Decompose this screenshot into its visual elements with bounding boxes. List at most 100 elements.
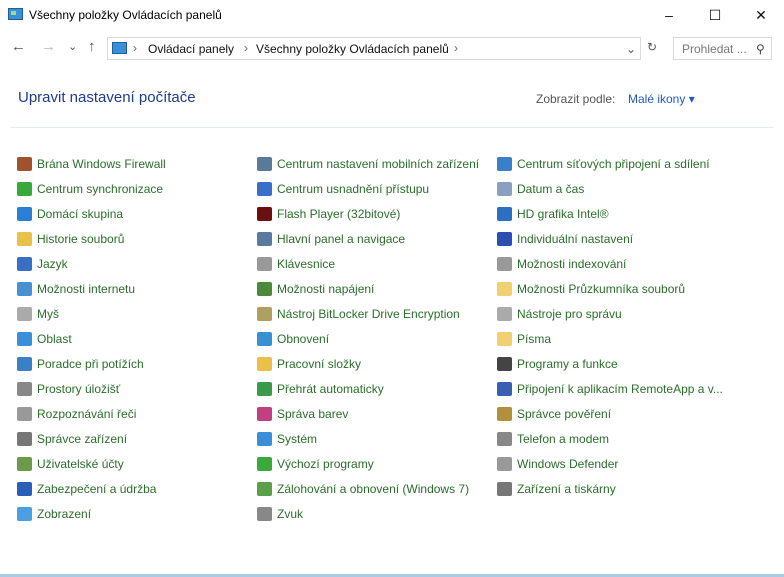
control-panel-item[interactable]: Výchozí programy xyxy=(257,455,374,473)
control-panel-item[interactable]: Centrum synchronizace xyxy=(17,180,163,198)
control-panel-item[interactable]: HD grafika Intel® xyxy=(497,205,609,223)
control-panel-item[interactable]: Centrum usnadnění přístupu xyxy=(257,180,429,198)
item-icon xyxy=(17,432,32,446)
item-label: Centrum síťových připojení a sdílení xyxy=(517,157,710,171)
item-label: Písma xyxy=(517,332,552,346)
control-panel-item[interactable]: Centrum nastavení mobilních zařízení xyxy=(257,155,479,173)
item-label: Centrum usnadnění přístupu xyxy=(277,182,430,196)
breadcrumb-separator: › xyxy=(244,41,248,55)
control-panel-item[interactable]: Správce zařízení xyxy=(17,430,127,448)
maximize-button[interactable]: ☐ xyxy=(692,0,738,30)
back-button[interactable]: ← xyxy=(11,38,26,55)
item-icon xyxy=(257,357,272,371)
control-panel-item[interactable]: Telefon a modem xyxy=(497,430,609,448)
address-bar[interactable]: › Ovládací panely › Všechny položky Ovlá… xyxy=(107,37,641,60)
up-button[interactable]: ↑ xyxy=(88,38,96,55)
item-label: Brána Windows Firewall xyxy=(37,157,166,171)
control-panel-item[interactable]: Zvuk xyxy=(257,505,303,523)
item-icon xyxy=(257,332,272,346)
breadcrumb-all-items[interactable]: Všechny položky Ovládacích panelů xyxy=(256,42,449,56)
control-panel-item[interactable]: Systém xyxy=(257,430,317,448)
control-panel-item[interactable]: Nástroje pro správu xyxy=(497,305,622,323)
control-panel-item[interactable]: Poradce při potížích xyxy=(17,355,144,373)
control-panel-item[interactable]: Brána Windows Firewall xyxy=(17,155,166,173)
item-label: Přehrát automaticky xyxy=(277,382,384,396)
item-icon xyxy=(257,457,272,471)
item-icon xyxy=(257,482,272,496)
control-panel-item[interactable]: Flash Player (32bitové) xyxy=(257,205,400,223)
item-icon xyxy=(497,157,512,171)
search-input[interactable]: Prohledat ... ⚲ xyxy=(673,37,772,60)
item-label: Klávesnice xyxy=(277,257,336,271)
control-panel-item[interactable]: Obnovení xyxy=(257,330,329,348)
breadcrumb-control-panel[interactable]: Ovládací panely xyxy=(148,42,234,56)
item-icon xyxy=(497,307,512,321)
search-placeholder: Prohledat ... xyxy=(682,42,747,56)
item-icon xyxy=(497,482,512,496)
item-icon xyxy=(257,182,272,196)
control-panel-item[interactable]: Možnosti napájení xyxy=(257,280,374,298)
item-icon xyxy=(17,457,32,471)
item-label: Správce pověření xyxy=(517,407,612,421)
minimize-button[interactable]: – xyxy=(646,0,692,30)
item-icon xyxy=(17,357,32,371)
item-label: Nástroj BitLocker Drive Encryption xyxy=(277,307,460,321)
item-icon xyxy=(257,432,272,446)
item-label: Obnovení xyxy=(277,332,330,346)
item-icon xyxy=(17,182,32,196)
control-panel-item[interactable]: Připojení k aplikacím RemoteApp a v... xyxy=(497,380,723,398)
control-panel-item[interactable]: Správce pověření xyxy=(497,405,611,423)
control-panel-item[interactable]: Prostory úložišť xyxy=(17,380,120,398)
control-panel-item[interactable]: Možnosti Průzkumníka souborů xyxy=(497,280,685,298)
control-panel-item[interactable]: Jazyk xyxy=(17,255,68,273)
item-icon xyxy=(17,257,32,271)
item-label: Možnosti napájení xyxy=(277,282,375,296)
view-by-label: Zobrazit podle: xyxy=(536,92,616,106)
control-panel-item[interactable]: Centrum síťových připojení a sdílení xyxy=(497,155,710,173)
refresh-button[interactable]: ↻ xyxy=(647,40,657,54)
control-panel-item[interactable]: Nástroj BitLocker Drive Encryption xyxy=(257,305,460,323)
item-label: Možnosti internetu xyxy=(37,282,136,296)
control-panel-item[interactable]: Myš xyxy=(17,305,59,323)
item-label: Připojení k aplikacím RemoteApp a v... xyxy=(517,382,723,396)
breadcrumb-separator: › xyxy=(133,41,137,55)
forward-button[interactable]: → xyxy=(41,38,56,55)
control-panel-item[interactable]: Windows Defender xyxy=(497,455,618,473)
control-panel-item[interactable]: Možnosti indexování xyxy=(497,255,626,273)
item-icon xyxy=(497,432,512,446)
item-icon xyxy=(17,157,32,171)
control-panel-item[interactable]: Individuální nastavení xyxy=(497,230,633,248)
control-panel-item[interactable]: Historie souborů xyxy=(17,230,124,248)
item-icon xyxy=(17,207,32,221)
control-panel-item[interactable]: Programy a funkce xyxy=(497,355,618,373)
control-panel-item[interactable]: Klávesnice xyxy=(257,255,335,273)
control-panel-item[interactable]: Datum a čas xyxy=(497,180,584,198)
item-icon xyxy=(497,232,512,246)
control-panel-item[interactable]: Správa barev xyxy=(257,405,348,423)
item-label: Individuální nastavení xyxy=(517,232,634,246)
close-button[interactable]: ✕ xyxy=(738,0,784,30)
control-panel-item[interactable]: Zálohování a obnovení (Windows 7) xyxy=(257,480,469,498)
address-dropdown-button[interactable]: ⌄ xyxy=(626,42,636,56)
item-icon xyxy=(17,307,32,321)
item-icon xyxy=(17,382,32,396)
control-panel-item[interactable]: Oblast xyxy=(17,330,72,348)
control-panel-item[interactable]: Přehrát automaticky xyxy=(257,380,384,398)
recent-locations-button[interactable]: ⌄ xyxy=(68,40,77,53)
control-panel-item[interactable]: Zařízení a tiskárny xyxy=(497,480,616,498)
item-label: Možnosti Průzkumníka souborů xyxy=(517,282,686,296)
control-panel-item[interactable]: Domácí skupina xyxy=(17,205,123,223)
item-icon xyxy=(17,332,32,346)
control-panel-item[interactable]: Hlavní panel a navigace xyxy=(257,230,405,248)
control-panel-item[interactable]: Zabezpečení a údržba xyxy=(17,480,156,498)
control-panel-item[interactable]: Možnosti internetu xyxy=(17,280,135,298)
control-panel-item[interactable]: Uživatelské účty xyxy=(17,455,124,473)
control-panel-item[interactable]: Pracovní složky xyxy=(257,355,361,373)
item-label: Možnosti indexování xyxy=(517,257,627,271)
control-panel-item[interactable]: Rozpoznávání řeči xyxy=(17,405,136,423)
view-by-dropdown[interactable]: Malé ikony ▾ xyxy=(628,92,695,106)
control-panel-item[interactable]: Písma xyxy=(497,330,551,348)
item-icon xyxy=(257,382,272,396)
item-label: Hlavní panel a navigace xyxy=(277,232,406,246)
control-panel-item[interactable]: Zobrazení xyxy=(17,505,91,523)
